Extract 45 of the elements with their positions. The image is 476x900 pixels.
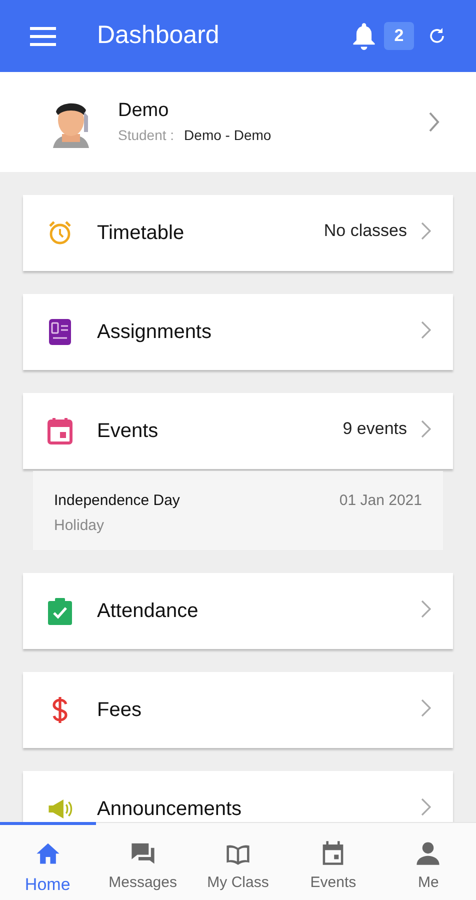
- alarm-clock-icon: [47, 220, 73, 246]
- card-title: Timetable: [97, 221, 184, 246]
- card-title: Events: [97, 419, 158, 444]
- profile-row[interactable]: Demo Student : Demo - Demo: [0, 72, 476, 172]
- dashboard-card[interactable]: Fees: [23, 672, 453, 748]
- notification-count: 2: [384, 22, 414, 50]
- student-name: Demo: [118, 98, 170, 122]
- refresh-icon[interactable]: [428, 27, 446, 45]
- role-label: Student :: [118, 126, 174, 144]
- nav-tab[interactable]: My Class: [190, 823, 286, 900]
- dollar-sign-icon: [51, 696, 69, 724]
- chevron-right-icon: [421, 222, 431, 240]
- card-title: Fees: [97, 698, 142, 723]
- event-item[interactable]: Independence Day Holiday 01 Jan 2021: [33, 471, 443, 550]
- nav-tab[interactable]: Messages: [95, 823, 190, 900]
- class-name: Demo - Demo: [184, 126, 272, 144]
- dashboard-card[interactable]: Events 9 events: [23, 393, 453, 469]
- notebook-icon: [48, 318, 72, 346]
- event-type: Holiday: [54, 516, 106, 536]
- card-title: Announcements: [97, 797, 242, 822]
- dashboard-card[interactable]: Timetable No classes: [23, 195, 453, 271]
- chevron-right-icon: [421, 699, 431, 717]
- card-summary: 9 events: [342, 418, 407, 440]
- chevron-right-icon: [421, 321, 431, 339]
- card-title: Attendance: [97, 599, 198, 624]
- menu-icon[interactable]: [30, 26, 56, 46]
- app-title: Dashboard: [97, 20, 220, 52]
- clipboard-check-icon: [47, 597, 73, 625]
- person-icon: [414, 840, 442, 866]
- dashboard-card[interactable]: Attendance: [23, 573, 453, 649]
- dashboard-card[interactable]: Announcements: [23, 771, 453, 822]
- calendar-icon: [47, 417, 73, 445]
- event-title: Independence Day: [54, 491, 181, 511]
- nav-tab[interactable]: Home: [0, 823, 96, 900]
- chevron-right-icon: [421, 798, 431, 816]
- event-date: 01 Jan 2021: [339, 491, 422, 511]
- dashboard-card[interactable]: Assignments: [23, 294, 453, 370]
- nav-tab[interactable]: Me: [380, 823, 476, 900]
- chevron-right-icon: [428, 111, 440, 133]
- card-summary: No classes: [324, 220, 407, 242]
- chevron-right-icon: [421, 420, 431, 438]
- card-title: Assignments: [97, 320, 212, 345]
- bell-icon[interactable]: [351, 22, 377, 50]
- chevron-right-icon: [421, 600, 431, 618]
- nav-tab[interactable]: Events: [286, 823, 381, 900]
